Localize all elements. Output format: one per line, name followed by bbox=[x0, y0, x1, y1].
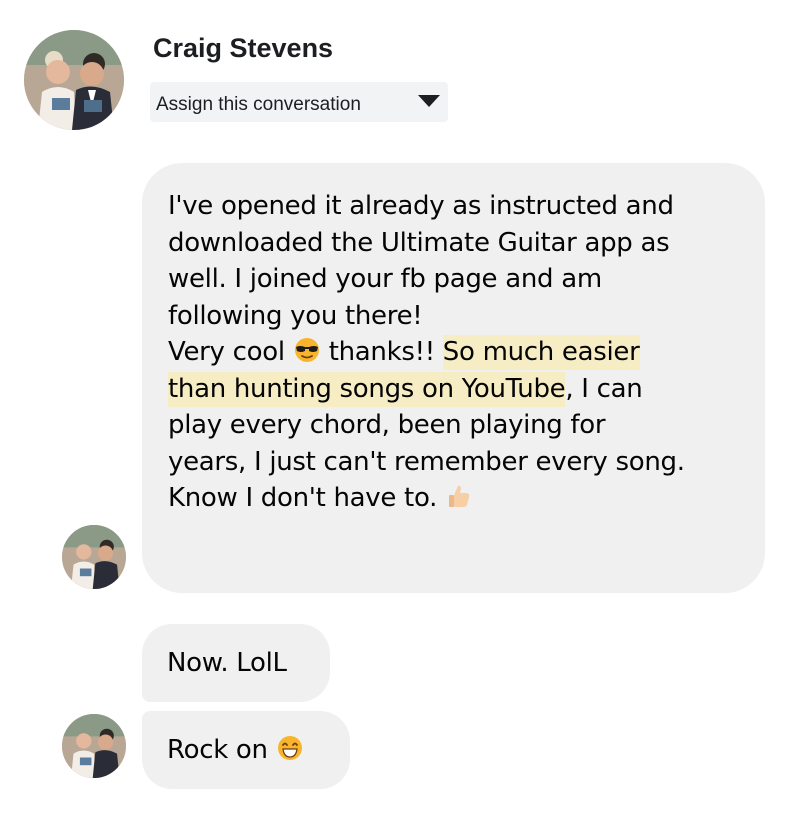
highlighted-text: So much easier bbox=[442, 335, 640, 370]
assign-conversation-label: Assign this conversation bbox=[156, 94, 361, 115]
message-line: following you there! bbox=[168, 300, 423, 331]
message-bubble[interactable]: Now. LolL bbox=[142, 624, 330, 702]
message-fragment: Rock on bbox=[167, 735, 268, 765]
sender-avatar[interactable] bbox=[62, 525, 126, 589]
contact-name[interactable]: Craig Stevens bbox=[153, 33, 333, 64]
message-line: years, I just can't remember every song. bbox=[168, 446, 685, 477]
message-line: play every chord, been playing for bbox=[168, 410, 606, 440]
message-fragment: Very cool bbox=[168, 337, 285, 367]
message-fragment: thanks!! bbox=[328, 337, 435, 367]
message-text: Now. LolL bbox=[167, 648, 287, 678]
message-line: Very cool thanks!! So much easier bbox=[168, 334, 685, 371]
message-text: I've opened it already as instructed and… bbox=[168, 188, 685, 517]
message-text: Rock on bbox=[167, 731, 304, 769]
sender-avatar[interactable] bbox=[62, 714, 126, 778]
message-fragment: , I can bbox=[565, 373, 643, 404]
sunglasses-emoji-icon bbox=[293, 336, 321, 364]
grinning-emoji-icon bbox=[276, 734, 304, 762]
avatar-photo-icon bbox=[24, 30, 124, 130]
message-fragment: Know I don't have to. bbox=[168, 483, 438, 513]
message-line: Know I don't have to. bbox=[168, 480, 685, 517]
avatar-photo-icon bbox=[62, 714, 126, 778]
thumbs-up-emoji-icon bbox=[445, 482, 473, 510]
message-line: well. I joined your fb page and am bbox=[168, 264, 602, 294]
message-bubble[interactable]: Rock on bbox=[142, 711, 350, 789]
message-line: I've opened it already as instructed and bbox=[168, 191, 674, 221]
message-bubble[interactable]: I've opened it already as instructed and… bbox=[142, 163, 765, 593]
assign-conversation-dropdown[interactable]: Assign this conversation bbox=[150, 82, 448, 122]
highlighted-text: than hunting songs on YouTube bbox=[168, 371, 566, 407]
message-line: than hunting songs on YouTube, I can bbox=[168, 371, 685, 408]
caret-down-icon bbox=[418, 95, 440, 107]
message-line: downloaded the Ultimate Guitar app as bbox=[168, 227, 670, 258]
avatar-photo-icon bbox=[62, 525, 126, 589]
contact-avatar[interactable] bbox=[24, 30, 124, 130]
